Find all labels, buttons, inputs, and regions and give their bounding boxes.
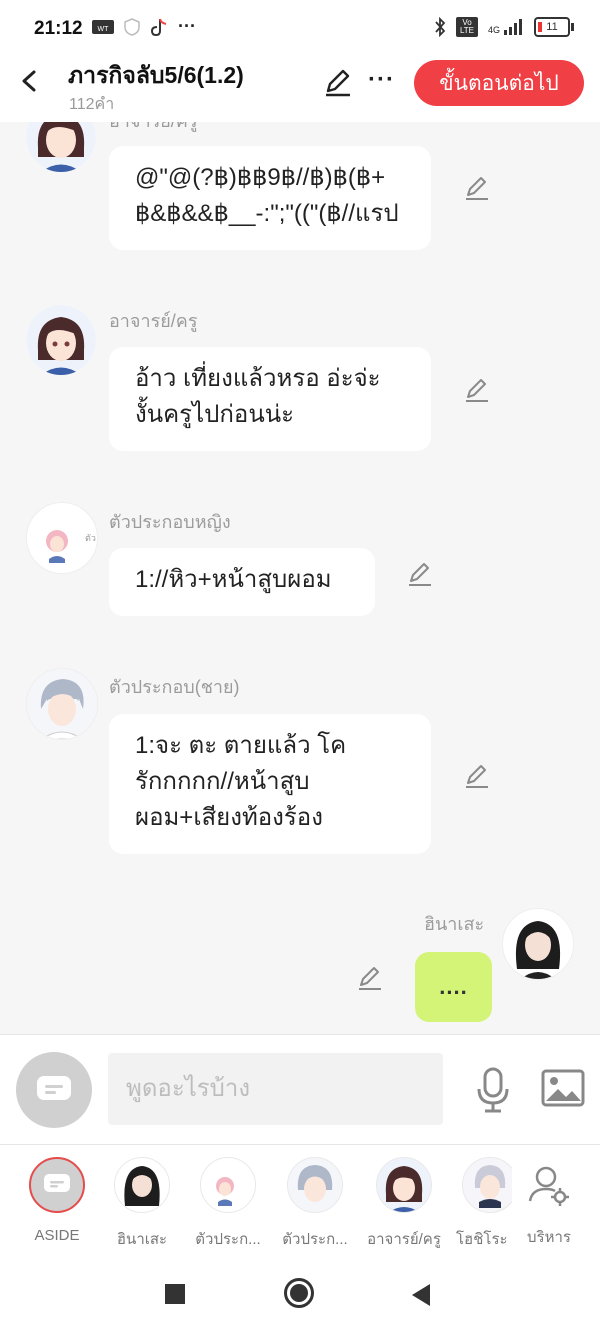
speaker-name: ตัวประกอบ(ชาย): [109, 677, 240, 697]
svg-text:ตัว: ตัว: [85, 534, 96, 544]
character-label: ฮินาเสะ: [116, 1231, 168, 1248]
edit-message-icon[interactable]: [463, 174, 491, 202]
message-line: 1://หิว+หน้าสูบผอม: [135, 566, 332, 593]
message-line: @"@(?฿)฿฿9฿//฿)฿(฿+: [135, 164, 386, 191]
teacher-avatar[interactable]: [26, 122, 96, 172]
page-title: ภารกิจลับ5/6(1.2): [68, 62, 244, 88]
edit-message-icon[interactable]: [406, 560, 434, 588]
volte-icon: Vo LTE: [455, 17, 478, 37]
recent-apps-button[interactable]: [165, 1284, 185, 1304]
character-selector: ASIDE ฮินาเสะ ตัวประก... ตัวประก... อาจา…: [0, 1144, 600, 1256]
character-label: ตัวประก...: [195, 1231, 261, 1248]
message-line: ฿&฿&&฿__-:";"(("(฿//แรป: [135, 200, 399, 227]
my-message-bubble[interactable]: ....: [415, 952, 492, 1022]
speech-bubble-icon: [44, 1174, 70, 1192]
input-bar: พูดอะไรบ้าง: [0, 1034, 600, 1145]
app-bar: ภารกิจลับ5/6(1.2) 112คำ ··· ขั้นตอนต่อไป: [0, 56, 600, 122]
manage-icon-wrap: [522, 1157, 576, 1211]
character-hinase[interactable]: ฮินาเสะ: [100, 1157, 184, 1251]
aside-chip: [29, 1157, 85, 1213]
character-hoshiro[interactable]: โฮชิโระ: [442, 1157, 512, 1251]
character-aside[interactable]: ASIDE: [15, 1157, 99, 1244]
character-male-extra[interactable]: ตัวประก...: [273, 1157, 357, 1251]
back-arrow-icon[interactable]: [14, 64, 44, 98]
edit-message-icon[interactable]: [463, 376, 491, 404]
home-button[interactable]: [284, 1278, 314, 1308]
character-teacher[interactable]: อาจารย์/ครู: [362, 1157, 446, 1251]
message-line: ผอม+เสียงท้องร้อง: [135, 804, 323, 831]
message-input[interactable]: พูดอะไรบ้าง: [108, 1053, 443, 1125]
message-line: 1:จะ ตะ ตายแล้ว โค: [135, 732, 347, 759]
more-notifications-icon: ···: [178, 16, 196, 36]
message-bubble[interactable]: อ้าว เที่ยงแล้วหรอ อ่ะจ่ะ งั้นครูไปก่อนน…: [109, 347, 431, 451]
chat-area[interactable]: อาจารย์/ครู @"@(?฿)฿฿9฿//฿)฿(฿+ ฿&฿&&฿__…: [0, 122, 600, 1034]
next-step-button[interactable]: ขั้นตอนต่อไป: [414, 60, 584, 106]
hoshiro-avatar: [462, 1157, 512, 1213]
male-extra-avatar[interactable]: [26, 668, 98, 740]
hinase-avatar[interactable]: [502, 908, 574, 980]
teacher-avatar[interactable]: [26, 305, 96, 375]
my-speaker-name: ฮินาเสะ: [424, 914, 485, 934]
hinase-avatar: [114, 1157, 170, 1213]
character-label: โฮชิโระ: [456, 1231, 508, 1248]
character-label: ตัวประก...: [282, 1231, 348, 1248]
character-label: อาจารย์/ครู: [367, 1231, 441, 1248]
message-bubble[interactable]: 1:จะ ตะ ตายแล้ว โค รักกกกก//หน้าสูบ ผอม+…: [109, 714, 431, 854]
word-count: 112คำ: [69, 96, 115, 113]
network-label: 4G: [488, 19, 524, 35]
female-extra-avatar[interactable]: ตัว: [26, 502, 98, 574]
bluetooth-icon: [435, 17, 446, 37]
message-bubble[interactable]: 1://หิว+หน้าสูบผอม: [109, 548, 375, 616]
message-line: งั้นครูไปก่อนน่ะ: [135, 401, 295, 428]
battery-icon: 11: [534, 17, 574, 37]
back-button[interactable]: [412, 1284, 430, 1306]
image-icon[interactable]: [541, 1068, 585, 1108]
character-label: ASIDE: [34, 1227, 80, 1244]
edit-message-icon[interactable]: [356, 964, 384, 992]
male-extra-avatar: [287, 1157, 343, 1213]
system-nav-bar: [0, 1254, 600, 1333]
microphone-icon[interactable]: [474, 1067, 512, 1113]
system-icons: Vo LTE 4G 11: [434, 17, 574, 37]
user-settings-icon: [528, 1166, 569, 1206]
webtoon-icon: WT: [92, 19, 114, 34]
status-time: 21:12: [34, 18, 83, 39]
aside-toggle-button[interactable]: [16, 1052, 92, 1128]
speaker-name: อาจารย์/ครู: [109, 122, 198, 135]
speaker-name: ตัวประกอบหญิง: [109, 512, 231, 532]
message-bubble[interactable]: @"@(?฿)฿฿9฿//฿)฿(฿+ ฿&฿&&฿__-:";"(("(฿//…: [109, 146, 431, 250]
edit-message-icon[interactable]: [463, 762, 491, 790]
shield-icon: [124, 17, 140, 36]
character-female-extra[interactable]: ตัวประก...: [186, 1157, 270, 1251]
svg-text:WT: WT: [98, 26, 110, 33]
speech-bubble-icon: [37, 1076, 71, 1100]
teacher-avatar: [376, 1157, 432, 1213]
message-line: อ้าว เที่ยงแล้วหรอ อ่ะจ่ะ: [135, 365, 381, 392]
message-line: รักกกกก//หน้าสูบ: [135, 768, 310, 795]
edit-title-icon[interactable]: [322, 66, 354, 98]
status-bar: 21:12 WT ··· Vo LTE 4G 11: [0, 0, 600, 56]
female-extra-avatar: [200, 1157, 256, 1213]
signal-icon: [504, 19, 522, 35]
speaker-name: อาจารย์/ครู: [109, 311, 198, 331]
tiktok-icon: [150, 18, 167, 36]
more-options-icon[interactable]: ···: [368, 66, 395, 94]
notification-icons: WT ···: [92, 16, 196, 37]
manage-characters-button[interactable]: บริหาร: [507, 1157, 591, 1249]
character-label: บริหาร: [527, 1229, 571, 1246]
